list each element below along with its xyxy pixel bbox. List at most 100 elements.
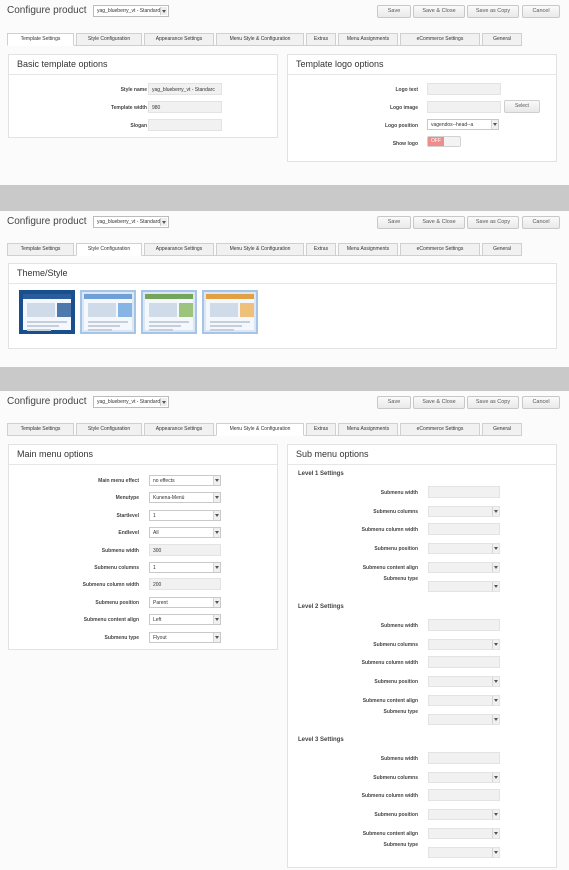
chevron-down-icon (160, 218, 167, 226)
level-2-submenu-column-width-input[interactable] (428, 656, 500, 669)
level-2-submenu-position-select[interactable] (428, 676, 500, 688)
endlevel-select[interactable]: All (149, 527, 221, 539)
tab-ecommerce-settings[interactable]: eCommerce Settings (400, 33, 480, 46)
save-close-button[interactable]: Save & Close (413, 216, 465, 229)
cancel-button[interactable]: Cancel (522, 5, 560, 18)
tab-template-settings[interactable]: Template Settings (7, 33, 74, 46)
tab-menu-assignments[interactable]: Menu Assignments (338, 243, 398, 256)
level-2-submenu-columns-select[interactable] (428, 638, 500, 650)
tab-template-settings[interactable]: Template Settings (7, 423, 74, 436)
chevron-down-icon (492, 810, 499, 820)
level-2-submenu-type-select[interactable] (428, 713, 500, 725)
submenu-width-input[interactable]: 300 (149, 543, 221, 556)
slogan-input[interactable] (148, 119, 222, 131)
theme-preview-line (149, 321, 189, 323)
tab-style-configuration[interactable]: Style Configuration (76, 33, 142, 46)
theme-sky-thumbnail[interactable] (80, 290, 136, 334)
level-1-submenu-column-width-input[interactable] (428, 523, 500, 536)
tab-general[interactable]: General (482, 33, 522, 46)
submenu-columns-select[interactable]: 1 (149, 562, 221, 573)
startlevel-select[interactable]: 1 (149, 509, 221, 521)
chevron-down-icon (492, 847, 499, 857)
level-3-submenu-column-width-input[interactable] (428, 789, 500, 802)
tab-general[interactable]: General (482, 243, 522, 256)
save-copy-button[interactable]: Save as Copy (467, 396, 519, 409)
level-3-submenu-type-select[interactable] (428, 846, 500, 858)
chevron-down-icon (492, 772, 499, 782)
tab-style-configuration[interactable]: Style Configuration (76, 423, 142, 436)
product-select[interactable]: yag_blueberry_vt - Standard (93, 5, 169, 17)
level-1-submenu-columns-select[interactable] (428, 505, 500, 517)
submenu-type-select[interactable]: Flyout (149, 631, 221, 643)
logo-image-label: Logo image (389, 105, 418, 111)
endlevel-value: All (153, 530, 159, 537)
theme-green-thumbnail[interactable] (141, 290, 197, 334)
product-select[interactable]: yag_blueberry_vt - Standard (93, 396, 169, 408)
level-1-submenu-type-label: Submenu type (383, 575, 418, 582)
tab-ecommerce-settings[interactable]: eCommerce Settings (400, 243, 480, 256)
level-1-submenu-width-input[interactable] (428, 486, 500, 498)
menutype-value: Kunena-Menü (153, 495, 185, 502)
cancel-button[interactable]: Cancel (522, 216, 560, 229)
show-logo-toggle[interactable]: OFF (427, 136, 461, 147)
chevron-down-icon (492, 714, 499, 724)
tab-appearance-settings[interactable]: Appearance Settings (144, 33, 214, 46)
logo-image-input[interactable] (427, 101, 501, 113)
submenu-content-align-value: Left (153, 617, 162, 624)
logo-position-label: Logo position (384, 123, 418, 129)
logo-position-select[interactable]: vagendos--head--a (427, 119, 499, 130)
level-1-submenu-type-select[interactable] (428, 580, 500, 592)
logo-text-input[interactable] (427, 83, 501, 95)
level-2-submenu-content-align-select[interactable] (428, 694, 500, 706)
tab-menu-style-configuration[interactable]: Menu Style & Configuration (216, 423, 304, 436)
tab-template-settings[interactable]: Template Settings (7, 243, 74, 256)
tab-appearance-settings[interactable]: Appearance Settings (144, 423, 214, 436)
tab-style-configuration[interactable]: Style Configuration (76, 243, 142, 256)
save-close-button[interactable]: Save & Close (413, 5, 465, 18)
level-2-submenu-width-input[interactable] (428, 619, 500, 631)
level-3-submenu-position-label: Submenu position (374, 812, 418, 819)
product-select[interactable]: yag_blueberry_vt - Standard (93, 216, 169, 228)
theme-orange-thumbnail[interactable] (202, 290, 258, 334)
level-3-submenu-columns-select[interactable] (428, 771, 500, 783)
submenu-position-select[interactable]: Parent (149, 596, 221, 608)
level-3-submenu-columns-label: Submenu columns (373, 774, 418, 781)
level-3-submenu-content-align-select[interactable] (428, 827, 500, 839)
tab-ecommerce-settings[interactable]: eCommerce Settings (400, 423, 480, 436)
level-1-submenu-content-align-select[interactable] (428, 561, 500, 573)
tab-menu-style-configuration[interactable]: Menu Style & Configuration (216, 33, 304, 46)
level-2-submenu-position-label: Submenu position (374, 679, 418, 686)
save-copy-button[interactable]: Save as Copy (467, 5, 519, 18)
tab-extras[interactable]: Extras (306, 243, 336, 256)
main-menu-effect-select[interactable]: no effects (149, 475, 221, 486)
save-close-button[interactable]: Save & Close (413, 396, 465, 409)
save-button[interactable]: Save (377, 5, 411, 18)
select-image-button[interactable]: Select (504, 100, 540, 113)
tab-extras[interactable]: Extras (306, 33, 336, 46)
tab-appearance-settings[interactable]: Appearance Settings (144, 243, 214, 256)
section-title: Main menu options (9, 445, 277, 465)
theme-blue-thumbnail[interactable] (19, 290, 75, 334)
save-button[interactable]: Save (377, 216, 411, 229)
cancel-button[interactable]: Cancel (522, 396, 560, 409)
style-name-input[interactable]: yag_blueberry_vt - Standarc (148, 83, 222, 95)
theme-preview-line (149, 329, 173, 331)
level-1-submenu-columns-label: Submenu columns (373, 508, 418, 515)
tab-menu-assignments[interactable]: Menu Assignments (338, 33, 398, 46)
level-3-submenu-width-input[interactable] (428, 752, 500, 764)
slogan-label: Slogan (130, 123, 147, 129)
chevron-down-icon (213, 615, 220, 625)
tab-extras[interactable]: Extras (306, 423, 336, 436)
level-3-submenu-position-select[interactable] (428, 809, 500, 821)
tab-menu-assignments[interactable]: Menu Assignments (338, 423, 398, 436)
tab-menu-style-configuration[interactable]: Menu Style & Configuration (216, 243, 304, 256)
tab-general[interactable]: General (482, 423, 522, 436)
menutype-select[interactable]: Kunena-Menü (149, 492, 221, 504)
submenu-column-width-input[interactable]: 200 (149, 578, 221, 591)
template-width-input[interactable]: 980 (148, 101, 222, 113)
main-menu-effect-value: no effects (153, 478, 175, 484)
level-1-submenu-position-select[interactable] (428, 543, 500, 555)
save-copy-button[interactable]: Save as Copy (467, 216, 519, 229)
submenu-content-align-select[interactable]: Left (149, 614, 221, 626)
save-button[interactable]: Save (377, 396, 411, 409)
